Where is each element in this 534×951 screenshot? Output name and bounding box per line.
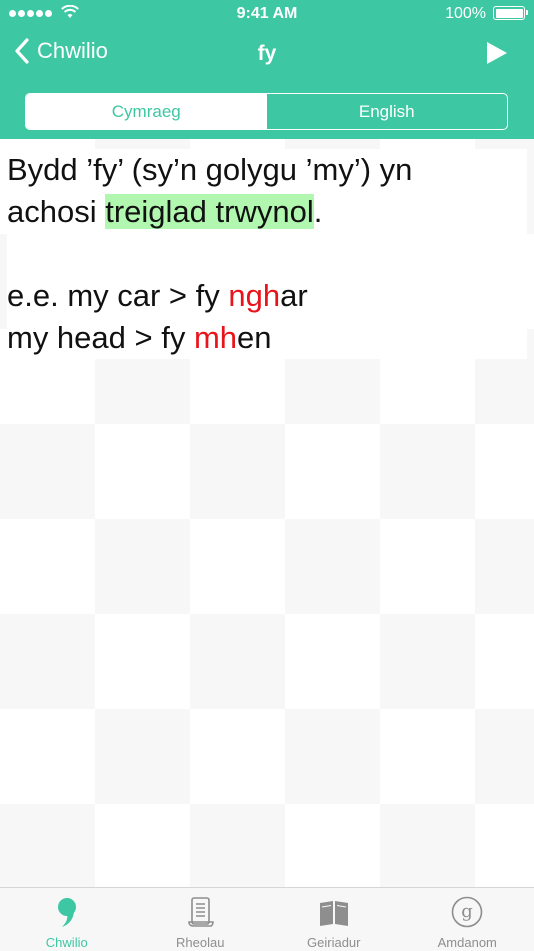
tab-label-geiriadur: Geiriadur — [307, 935, 360, 950]
example-1-prefix: e.e. my car > fy — [7, 278, 228, 313]
tab-label-amdanom: Amdanom — [438, 935, 497, 950]
example-2-mutation: mh — [194, 320, 237, 355]
tab-amdanom[interactable]: g Amdanom — [401, 888, 534, 951]
tab-bar: Chwilio Rheolau Geiriadur g Amdanom — [0, 887, 534, 951]
svg-text:g: g — [461, 901, 473, 922]
battery-icon — [493, 6, 525, 20]
scroll-icon — [183, 895, 217, 929]
highlighted-term[interactable]: treiglad trwynol — [105, 194, 313, 229]
play-icon[interactable] — [486, 41, 508, 65]
rule-line-2-suffix: . — [314, 194, 323, 229]
rule-line-1: Bydd ’fy’ (sy’n golygu ’my’) yn — [7, 149, 527, 191]
g-circle-icon: g — [450, 895, 484, 929]
status-bar: 9:41 AM 100% — [0, 0, 534, 28]
book-icon — [317, 895, 351, 929]
content-area: Bydd ’fy’ (sy’n golygu ’my’) yn achosi t… — [0, 139, 534, 887]
example-line-1: e.e. my car > fy nghar — [7, 275, 527, 317]
comma-icon — [50, 895, 84, 929]
top-bar: 9:41 AM 100% Chwilio fy Cymraeg English — [0, 0, 534, 139]
rule-line-2: achosi treiglad trwynol. — [7, 191, 527, 233]
battery-percent: 100% — [445, 5, 486, 23]
example-1-mutation: ngh — [228, 278, 280, 313]
segment-cymraeg[interactable]: Cymraeg — [26, 94, 267, 129]
tab-label-rheolau: Rheolau — [176, 935, 224, 950]
tab-geiriadur[interactable]: Geiriadur — [267, 888, 401, 951]
tab-chwilio[interactable]: Chwilio — [0, 888, 134, 951]
tab-label-chwilio: Chwilio — [46, 935, 88, 950]
example-2-prefix: my head > fy — [7, 320, 194, 355]
segment-english[interactable]: English — [267, 94, 508, 129]
page-title: fy — [0, 42, 534, 66]
navigation-bar: Chwilio fy — [0, 28, 534, 82]
language-segmented-control: Cymraeg English — [25, 93, 508, 130]
tab-rheolau[interactable]: Rheolau — [134, 888, 268, 951]
example-line-2: my head > fy mhen — [7, 317, 527, 359]
rule-text: Bydd ’fy’ (sy’n golygu ’my’) yn achosi t… — [7, 149, 527, 359]
example-1-suffix: ar — [280, 278, 308, 313]
example-2-suffix: en — [237, 320, 271, 355]
rule-line-2-prefix: achosi — [7, 194, 105, 229]
